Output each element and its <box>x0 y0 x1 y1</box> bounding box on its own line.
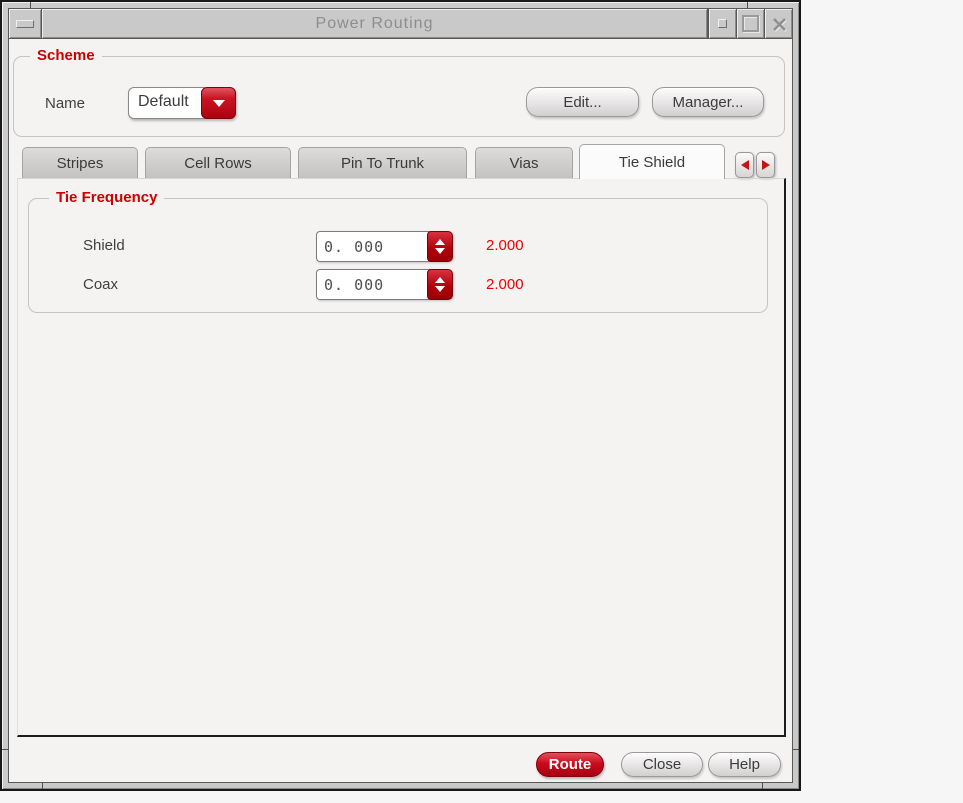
coax-spinbox[interactable] <box>316 269 453 300</box>
route-button[interactable]: Route <box>536 752 604 777</box>
tab-stripes[interactable]: Stripes <box>22 147 138 178</box>
client-area: Scheme Name Default Edit... Manager... S… <box>9 39 792 782</box>
left-triangle-icon <box>740 160 749 170</box>
name-label: Name <box>45 95 86 112</box>
frame-notch <box>762 783 763 789</box>
close-action-button[interactable]: Close <box>621 752 703 777</box>
small-square-icon <box>718 19 727 28</box>
coax-limit-value: 2.000 <box>486 276 524 293</box>
power-routing-window: Power Routing Scheme Name Default Edit..… <box>0 0 801 791</box>
shield-spinner-buttons[interactable] <box>427 231 453 262</box>
tab-cell-rows[interactable]: Cell Rows <box>145 147 291 178</box>
maximize-button[interactable] <box>736 9 764 38</box>
spinner-up-icon <box>435 277 445 283</box>
frame-notch <box>793 749 799 750</box>
shield-limit-value: 2.000 <box>486 237 524 254</box>
shield-spinbox[interactable] <box>316 231 453 262</box>
scheme-group-label: Scheme <box>30 47 102 64</box>
iconify-button[interactable] <box>708 9 736 38</box>
x-icon <box>772 17 787 32</box>
tab-pin-to-trunk[interactable]: Pin To Trunk <box>298 147 467 178</box>
frame-notch <box>42 783 43 789</box>
window-inner: Power Routing Scheme Name Default Edit..… <box>8 8 793 783</box>
frame-notch <box>747 2 748 8</box>
tie-frequency-group-label: Tie Frequency <box>49 189 165 206</box>
frame-notch <box>30 2 31 8</box>
tab-vias[interactable]: Vias <box>475 147 573 178</box>
tab-tie-shield[interactable]: Tie Shield <box>579 144 725 179</box>
help-button[interactable]: Help <box>708 752 781 777</box>
spinner-up-icon <box>435 239 445 245</box>
edit-button[interactable]: Edit... <box>526 87 639 117</box>
window-title: Power Routing <box>41 9 708 38</box>
shield-input[interactable] <box>316 231 430 262</box>
spinner-down-icon <box>435 286 445 292</box>
manager-button[interactable]: Manager... <box>652 87 764 117</box>
spinner-down-icon <box>435 248 445 254</box>
square-outline-icon <box>742 15 759 32</box>
frame-notch <box>2 749 8 750</box>
right-triangle-icon <box>761 160 770 170</box>
coax-input[interactable] <box>316 269 430 300</box>
dropdown-button[interactable] <box>201 87 236 119</box>
titlebar[interactable]: Power Routing <box>9 9 792 39</box>
scheme-name-value: Default <box>128 87 205 119</box>
chevron-down-icon <box>212 99 225 107</box>
coax-label: Coax <box>83 276 119 293</box>
dash-icon <box>16 19 34 28</box>
tabs-scroll-prev-button[interactable] <box>735 152 754 178</box>
coax-spinner-buttons[interactable] <box>427 269 453 300</box>
window-menu-button[interactable] <box>9 9 41 38</box>
close-button[interactable] <box>764 9 792 38</box>
tabs-scroll-next-button[interactable] <box>756 152 775 178</box>
scheme-name-dropdown[interactable]: Default <box>128 87 236 119</box>
shield-label: Shield <box>83 237 125 254</box>
